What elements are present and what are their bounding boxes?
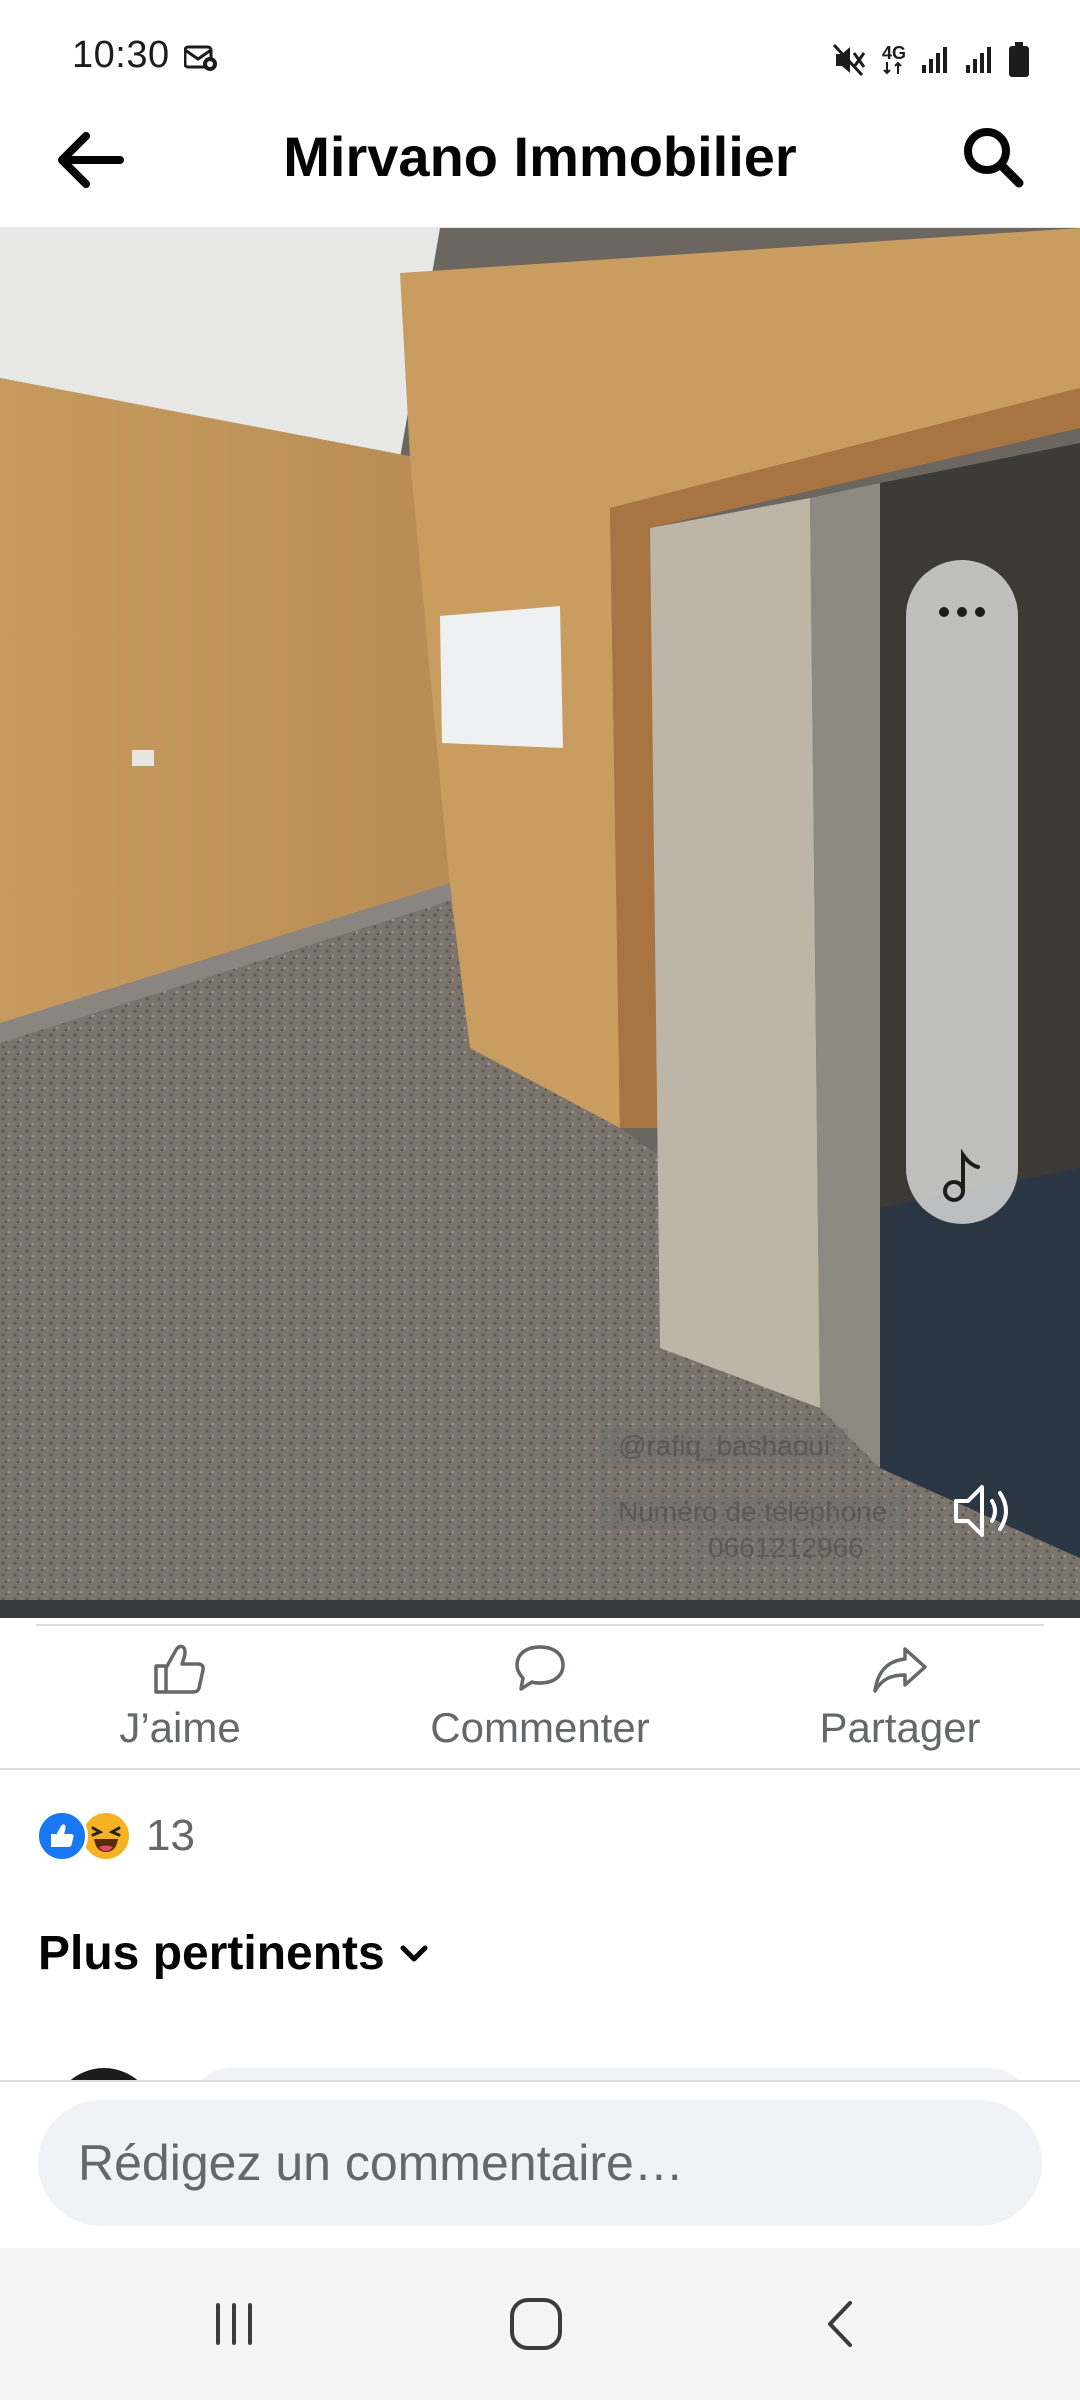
avatar bbox=[52, 2068, 156, 2080]
nav-back-button[interactable] bbox=[790, 2286, 890, 2362]
chevron-down-icon bbox=[400, 1945, 428, 1961]
home-button[interactable] bbox=[486, 2286, 586, 2362]
recent-apps-button[interactable] bbox=[184, 2286, 284, 2362]
settings-notification-icon bbox=[183, 44, 218, 72]
speaker-icon bbox=[954, 1485, 1008, 1537]
comment-icon bbox=[515, 1645, 565, 1691]
like-reaction-icon bbox=[36, 1810, 88, 1862]
recent-apps-icon bbox=[216, 2303, 252, 2345]
comment-input[interactable] bbox=[38, 2100, 1042, 2226]
more-button[interactable] bbox=[930, 590, 994, 634]
video-player[interactable]: @rafiq_bashaoui Numéro de téléphone 0661… bbox=[0, 228, 1080, 1618]
comment-preview bbox=[0, 2060, 1080, 2080]
page-title: Mirvano Immobilier bbox=[283, 125, 797, 188]
sort-label: Plus pertinents bbox=[38, 1927, 385, 1980]
music-button[interactable] bbox=[934, 1148, 990, 1204]
watermark-handle: @rafiq_bashaoui bbox=[600, 1428, 849, 1464]
like-label: J’aime bbox=[119, 1704, 241, 1751]
signal-icon bbox=[964, 45, 994, 75]
network-label: 4G bbox=[881, 43, 906, 63]
divider bbox=[0, 1768, 1080, 1770]
back-icon bbox=[828, 2301, 852, 2347]
watermark-phone-label: Numéro de téléphone bbox=[600, 1494, 906, 1530]
video-progress-bar[interactable] bbox=[0, 1600, 1080, 1618]
reaction-count: 13 bbox=[146, 1811, 195, 1860]
comment-sort-dropdown[interactable]: Plus pertinents bbox=[38, 1926, 429, 1981]
battery-icon bbox=[1008, 42, 1030, 78]
share-icon bbox=[873, 1647, 927, 1693]
home-icon bbox=[510, 2298, 562, 2350]
search-button[interactable] bbox=[952, 116, 1032, 196]
thumbs-up-icon bbox=[154, 1644, 205, 1694]
side-controls bbox=[906, 560, 1018, 1224]
divider bbox=[36, 1624, 1044, 1626]
search-icon bbox=[964, 128, 1024, 188]
share-label: Partager bbox=[819, 1704, 981, 1751]
status-time: 10:30 bbox=[72, 34, 170, 76]
comment-button[interactable]: Commenter bbox=[410, 1640, 670, 1760]
more-icon bbox=[939, 607, 949, 617]
comment-bubble bbox=[190, 2068, 1030, 2080]
watermark-phone-number: 0661212966 bbox=[690, 1530, 882, 1566]
share-button[interactable]: Partager bbox=[800, 1640, 1000, 1760]
network-4g-icon: 4G bbox=[881, 43, 906, 75]
music-note-icon bbox=[943, 1149, 980, 1202]
status-bar: 10:30 4G bbox=[0, 0, 1080, 118]
signal-icon bbox=[920, 45, 950, 75]
mute-icon bbox=[832, 43, 868, 77]
sound-button[interactable] bbox=[948, 1476, 1018, 1546]
reactions-summary[interactable]: 13 bbox=[36, 1808, 195, 1864]
comment-label: Commenter bbox=[430, 1704, 650, 1751]
like-button[interactable]: J’aime bbox=[100, 1640, 260, 1760]
